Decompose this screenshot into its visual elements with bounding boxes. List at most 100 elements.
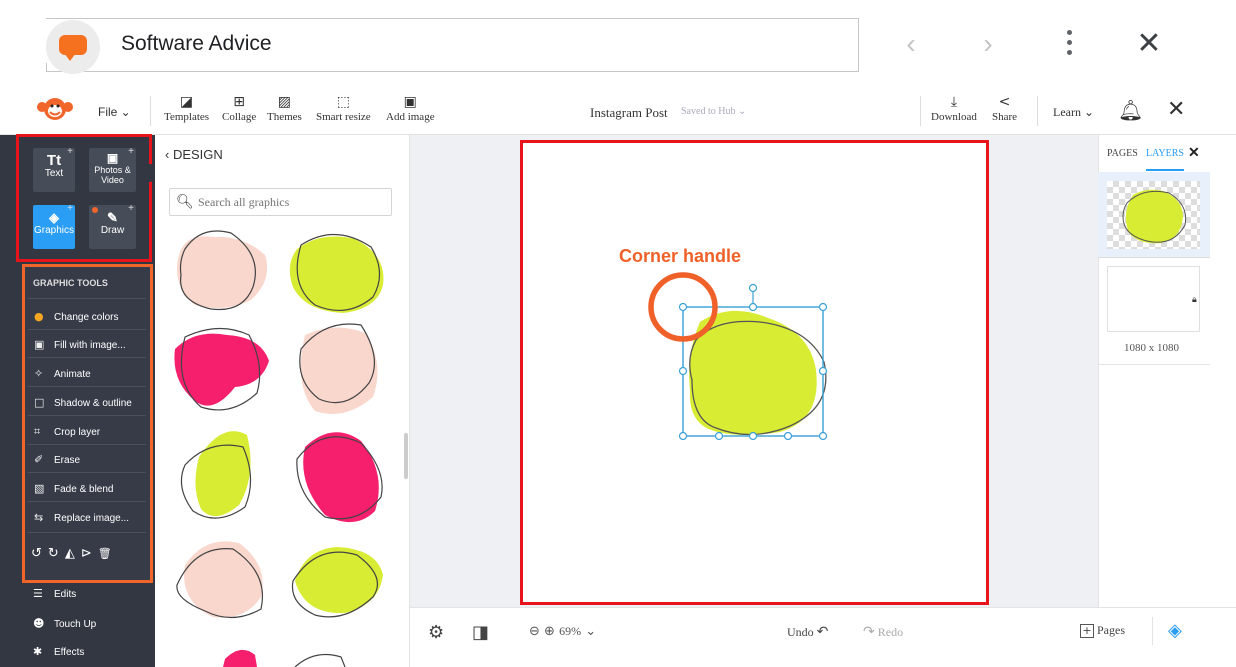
smart-resize-label: Smart resize [316, 111, 371, 123]
erase-tool[interactable]: ✐ Erase [34, 453, 80, 466]
kebab-icon[interactable] [1062, 30, 1076, 60]
share-label: Share [992, 111, 1018, 123]
graphic-thumbnail[interactable] [299, 323, 378, 414]
smart-resize-button[interactable]: ⬚ Smart resize [316, 93, 371, 123]
flip-vertical-icon[interactable]: ◭ [65, 546, 81, 561]
effects-menu-item[interactable]: ✱ Effects [33, 645, 84, 658]
selected-graphic[interactable] [640, 270, 840, 445]
search-input[interactable] [198, 193, 378, 211]
undo-icon: ↶ [816, 624, 829, 640]
zoom-value: 69% [559, 624, 582, 638]
graphic-thumbnail[interactable] [177, 230, 268, 311]
download-label: Download [931, 111, 977, 123]
rotate-left-icon[interactable]: ↺ [31, 546, 48, 561]
trash-icon[interactable]: 🗑︎ [98, 547, 118, 560]
graphic-thumbnail[interactable] [174, 327, 269, 411]
download-button[interactable]: ⤓ Download [931, 93, 977, 123]
site-name: Software Advice [121, 32, 272, 55]
fill-with-image-tool[interactable]: ▣ Fill with image... [34, 338, 126, 351]
templates-button[interactable]: ◪ Templates [164, 93, 209, 123]
lock-icon: 🔒︎ [1192, 295, 1197, 305]
chevron-right-icon[interactable]: › [972, 28, 1004, 62]
crop-layer-tool[interactable]: ⌗ Crop layer [34, 425, 100, 439]
shadow-outline-tool[interactable]: □ Shadow & outline [34, 396, 132, 409]
design-back-link[interactable]: ‹ DESIGN [165, 147, 223, 162]
flip-horizontal-icon[interactable]: ⊳ [81, 546, 98, 561]
close-editor-icon[interactable]: ✕ [1167, 96, 1185, 122]
add-image-button[interactable]: ▣ Add image [386, 93, 435, 123]
edge-handle[interactable] [748, 302, 758, 312]
text-tool-tile[interactable]: + Tt Text [33, 146, 75, 192]
graphic-thumbnail[interactable] [289, 233, 384, 313]
chevron-left-icon[interactable]: ‹ [895, 28, 927, 62]
themes-button[interactable]: ▨ Themes [267, 93, 302, 123]
panel-toggle-icon[interactable]: ◨ [472, 622, 489, 643]
share-button[interactable]: < Share [992, 93, 1017, 123]
collage-icon: ⊞ [233, 94, 245, 110]
layers-icon[interactable]: ◈ [1168, 620, 1182, 641]
file-menu[interactable]: File ⌄ [98, 105, 131, 119]
edge-handle[interactable] [678, 366, 688, 376]
color-wheel-icon: ● [34, 310, 44, 323]
fade-blend-tool[interactable]: ▧ Fade & blend [34, 482, 114, 495]
document-title[interactable]: Instagram Post [590, 105, 668, 121]
zoom-in-icon[interactable]: ⊕ [544, 624, 555, 639]
collage-button[interactable]: ⊞ Collage [222, 93, 256, 123]
edits-menu-item[interactable]: ☰ Edits [33, 587, 76, 600]
pages-button[interactable]: + Pages [1080, 623, 1125, 638]
fill-image-icon: ▣ [34, 338, 45, 351]
rotate-handle[interactable] [748, 283, 758, 293]
graphics-tool-tile[interactable]: + ◈ Graphics [33, 203, 75, 249]
undo-button[interactable]: Undo ↶ [787, 624, 828, 640]
save-status[interactable]: Saved to Hub ⌄ [681, 106, 746, 117]
rotate-right-icon[interactable]: ↻ [48, 546, 65, 561]
divider [28, 357, 146, 358]
bell-icon[interactable]: 🔔︎ [1118, 98, 1143, 123]
graphics-search[interactable]: 🔍︎ [169, 188, 392, 216]
touch-up-menu-item[interactable]: ☻ Touch Up [33, 617, 96, 630]
change-colors-tool[interactable]: ● Change colors [34, 310, 118, 323]
graphic-thumbnail[interactable] [296, 432, 383, 523]
close-panel-icon[interactable]: ✕ [1188, 144, 1200, 161]
animate-tool[interactable]: ✧ Animate [34, 367, 91, 380]
edge-handle[interactable] [818, 366, 828, 376]
chevron-down-icon[interactable]: ⌄ [585, 624, 596, 639]
photos-video-tool-tile[interactable]: + ▣ Photos & Video [89, 146, 136, 192]
eraser-icon: ✐ [34, 453, 44, 466]
corner-handle[interactable] [678, 431, 688, 441]
graphic-thumbnail[interactable] [223, 649, 346, 667]
draw-tool-tile[interactable]: + ✎ Draw [89, 203, 136, 249]
tab-pages[interactable]: PAGES [1107, 148, 1138, 159]
graphic-thumbnail[interactable] [176, 541, 263, 619]
layer-thumbnail-shape [1122, 189, 1187, 244]
corner-handle[interactable] [818, 302, 828, 312]
learn-menu[interactable]: Learn ⌄ [1053, 105, 1094, 120]
tab-layers[interactable]: LAYERS [1146, 148, 1184, 159]
header-divider [1037, 96, 1038, 126]
picmonkey-logo-icon[interactable] [35, 94, 75, 124]
page-thumbnail[interactable] [1107, 266, 1200, 332]
divider [1098, 364, 1210, 365]
header-divider [920, 96, 921, 126]
page-size-label: 1080 x 1080 [1124, 342, 1179, 354]
divider [28, 501, 146, 502]
edge-handle[interactable] [783, 431, 793, 441]
panel-scrollbar[interactable] [404, 433, 408, 479]
corner-handle[interactable] [818, 431, 828, 441]
graphic-thumbnail[interactable] [180, 431, 252, 519]
download-icon: ⤓ [950, 94, 958, 110]
zoom-out-icon[interactable]: ⊖ [529, 624, 540, 639]
corner-handle[interactable] [678, 302, 688, 312]
new-indicator-dot [92, 207, 98, 213]
graphic-thumbnail[interactable] [291, 547, 383, 618]
zoom-control[interactable]: ⊖ ⊕ 69% ⌄ [529, 624, 596, 639]
replace-image-tool[interactable]: ⇆ Replace image... [34, 511, 129, 524]
app-root: Software Advice ‹ › ✕ File ⌄ ◪ Templates… [0, 0, 1236, 667]
search-icon: 🔍︎ [176, 194, 194, 210]
gear-icon[interactable]: ⚙ [428, 622, 444, 643]
shadow-icon: □ [34, 396, 45, 409]
close-icon[interactable]: ✕ [1134, 28, 1164, 62]
edge-handle[interactable] [714, 431, 724, 441]
redo-button[interactable]: ↷ Redo [863, 624, 903, 640]
edge-handle[interactable] [748, 431, 758, 441]
